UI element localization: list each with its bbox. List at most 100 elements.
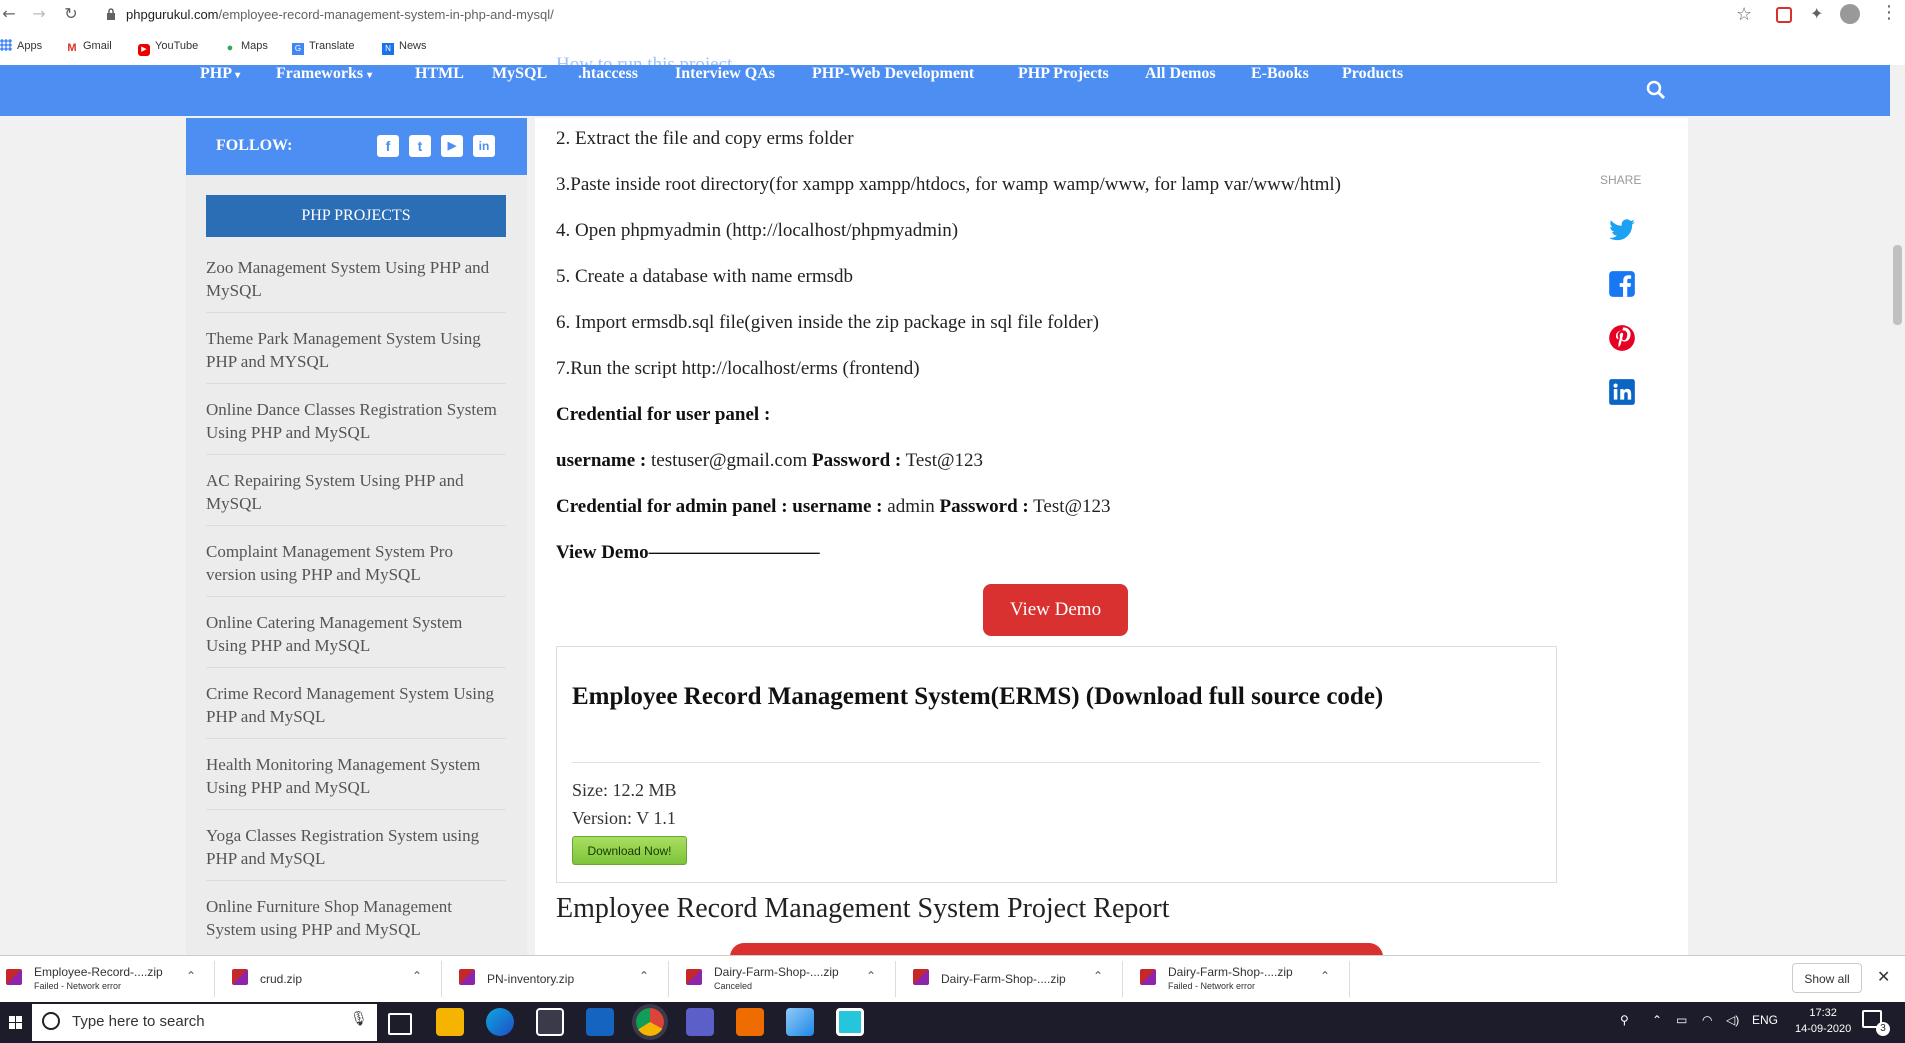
menu-dots-icon[interactable]: ⋮ — [1880, 2, 1898, 23]
store-icon[interactable] — [536, 1008, 564, 1036]
sidebar-project-link[interactable]: Online Dance Classes Registration System… — [206, 398, 506, 455]
close-icon[interactable]: ✕ — [1877, 967, 1890, 986]
microphone-icon[interactable]: 🎙 — [350, 1011, 368, 1027]
download-filename: Dairy-Farm-Shop-....zip — [1168, 965, 1293, 979]
download-item[interactable]: Dairy-Farm-Shop-....zip Failed - Network… — [1140, 963, 1340, 995]
pinterest-share-icon[interactable] — [1608, 324, 1636, 352]
admin-heading: Credential for admin panel : username : — [556, 496, 883, 517]
facebook-icon[interactable]: f — [377, 135, 399, 157]
follow-label: FOLLOW: — [216, 137, 293, 154]
forward-icon[interactable]: → — [30, 5, 48, 23]
download-filename: PN-inventory.zip — [487, 972, 575, 986]
twitter-icon[interactable]: t — [409, 135, 431, 157]
sidebar-project-link[interactable]: AC Repairing System Using PHP and MySQL — [206, 469, 506, 526]
task-view-icon[interactable] — [388, 1013, 412, 1035]
nav-all-demos[interactable]: All Demos — [1145, 65, 1216, 116]
show-all-button[interactable]: Show all — [1792, 963, 1862, 993]
nav-mysql[interactable]: MySQL — [492, 65, 547, 116]
lock-icon[interactable] — [106, 8, 116, 21]
sidebar-project-link[interactable]: Complaint Management System Pro version … — [206, 540, 506, 597]
nav-products[interactable]: Products — [1342, 65, 1403, 116]
profile-avatar[interactable] — [1840, 4, 1860, 24]
download-item[interactable]: Dairy-Farm-Shop-....zip ⌃ — [913, 963, 1113, 995]
linkedin-share-icon[interactable] — [1608, 378, 1636, 406]
sidebar-project-link[interactable]: Crime Record Management System Using PHP… — [206, 682, 506, 739]
vscode-icon[interactable] — [836, 1008, 864, 1036]
taskbar-clock[interactable]: 17:32 14-09-2020 — [1795, 1005, 1851, 1037]
mail-icon[interactable] — [586, 1008, 614, 1036]
php-projects-button[interactable]: PHP PROJECTS — [206, 195, 506, 237]
edge-browser-icon[interactable] — [486, 1008, 514, 1036]
chevron-up-icon[interactable]: ⌃ — [186, 969, 196, 983]
nav-php-web-development[interactable]: PHP-Web Development — [812, 65, 974, 116]
bookmark-label: News — [399, 40, 427, 52]
bookmark-translate[interactable]: G Translate — [292, 35, 354, 57]
sidebar-project-link[interactable]: Zoo Management System Using PHP and MySQ… — [206, 256, 506, 313]
xampp-icon[interactable] — [736, 1008, 764, 1036]
chevron-up-icon[interactable]: ⌃ — [1320, 969, 1330, 983]
people-icon[interactable]: ⚲ — [1620, 1013, 1629, 1027]
sidebar-project-link[interactable]: Theme Park Management System Using PHP a… — [206, 327, 506, 384]
youtube-icon[interactable]: ▶ — [441, 135, 463, 157]
view-demo-text: View Demo————————— — [556, 542, 820, 563]
chevron-up-icon[interactable]: ⌃ — [866, 969, 876, 983]
page-scrollbar[interactable] — [1890, 65, 1905, 955]
bookmark-star-icon[interactable]: ☆ — [1736, 4, 1752, 25]
bookmark-youtube[interactable]: ▶ YouTube — [138, 35, 198, 57]
teams-icon[interactable] — [686, 1008, 714, 1036]
file-explorer-icon[interactable] — [436, 1008, 464, 1036]
chevron-up-icon[interactable]: ⌃ — [639, 969, 649, 983]
scrollbar-thumb[interactable] — [1893, 245, 1902, 325]
admin-password-label: Password : — [939, 496, 1029, 517]
chevron-up-icon[interactable]: ⌃ — [1093, 969, 1103, 983]
linkedin-icon[interactable]: in — [473, 135, 495, 157]
bookmark-label: Maps — [241, 40, 268, 52]
chrome-icon[interactable] — [636, 1008, 664, 1036]
download-item[interactable]: PN-inventory.zip ⌃ — [459, 963, 659, 995]
bookmark-gmail[interactable]: M Gmail — [66, 35, 111, 57]
battery-icon[interactable]: ▭ — [1676, 1013, 1687, 1027]
nav-frameworks[interactable]: Frameworks ▾ — [276, 65, 372, 116]
nav-e-books[interactable]: E-Books — [1251, 65, 1309, 116]
news-icon: N — [382, 43, 394, 55]
reload-icon[interactable]: ↻ — [62, 5, 80, 23]
chevron-up-icon[interactable]: ⌃ — [412, 969, 422, 983]
sidebar-project-link[interactable]: Health Monitoring Management System Usin… — [206, 753, 506, 810]
bookmark-news[interactable]: N News — [382, 35, 427, 57]
sidebar-project-link[interactable]: Yoga Classes Registration System using P… — [206, 824, 506, 881]
sidebar-project-link[interactable]: Online Furniture Shop Management System … — [206, 895, 506, 951]
extensions-puzzle-icon[interactable]: ✦ — [1810, 4, 1823, 23]
download-item[interactable]: crud.zip ⌃ — [232, 963, 432, 995]
facebook-share-icon[interactable] — [1608, 270, 1636, 298]
notepad-icon[interactable] — [786, 1008, 814, 1036]
download-now-button[interactable]: Download Now! — [572, 836, 687, 865]
wifi-icon[interactable]: ◠ — [1702, 1013, 1712, 1027]
bookmark-apps[interactable]: Apps — [0, 35, 42, 57]
extension-icon[interactable] — [1776, 7, 1792, 23]
volume-icon[interactable]: ◁) — [1726, 1013, 1739, 1027]
sidebar-project-link[interactable]: Online Catering Management System Using … — [206, 611, 506, 668]
search-icon[interactable] — [1646, 80, 1666, 100]
nav-php-projects[interactable]: PHP Projects — [1018, 65, 1109, 116]
password-value: Test@123 — [901, 450, 984, 471]
chevron-up-icon[interactable]: ⌃ — [1652, 1013, 1662, 1027]
share-label: SHARE — [1600, 173, 1642, 187]
windows-start-icon[interactable] — [0, 1002, 32, 1043]
nav-php[interactable]: PHP ▾ — [200, 65, 240, 116]
download-item[interactable]: Employee-Record-....zip Failed - Network… — [6, 963, 206, 995]
bookmark-maps[interactable]: ● Maps — [224, 35, 268, 57]
back-icon[interactable]: ← — [0, 5, 18, 23]
download-status: Failed - Network error — [1168, 981, 1256, 991]
twitter-share-icon[interactable] — [1608, 216, 1636, 244]
download-status: Canceled — [714, 981, 753, 991]
download-item[interactable]: Dairy-Farm-Shop-....zip Canceled ⌃ — [686, 963, 886, 995]
address-bar[interactable]: phpgurukul.com/employee-record-managemen… — [126, 4, 1766, 26]
step-text: 7.Run the script http://localhost/erms (… — [556, 358, 920, 379]
nav-htaccess[interactable]: .htaccess — [578, 65, 638, 116]
nav-html[interactable]: HTML — [415, 65, 464, 116]
language-indicator[interactable]: ENG — [1752, 1013, 1778, 1027]
username-value: testuser@gmail.com — [646, 450, 813, 471]
view-demo-button[interactable]: View Demo — [983, 584, 1128, 636]
divider — [668, 961, 669, 997]
nav-interview-qas[interactable]: Interview QAs — [675, 65, 775, 116]
